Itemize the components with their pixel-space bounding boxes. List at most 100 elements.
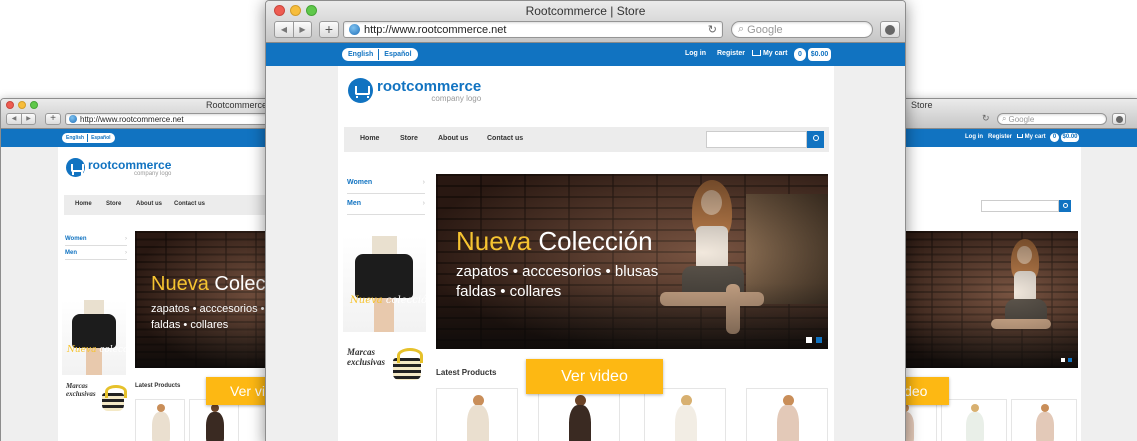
back-forward-buttons: ◀ ▶ (274, 21, 312, 38)
slider-dot[interactable] (1068, 358, 1072, 362)
slider-dot[interactable] (816, 337, 822, 343)
slider-dot[interactable] (806, 337, 812, 343)
product-card[interactable] (135, 399, 185, 441)
store-logo[interactable]: rootcommerce company logo (66, 158, 171, 177)
promo-exclusive-brands[interactable]: Marcas exclusivas (345, 340, 427, 390)
lang-english[interactable]: English (343, 49, 378, 60)
forward-button[interactable]: ▶ (21, 114, 35, 124)
back-button[interactable]: ◀ (7, 114, 21, 124)
category-sidebar: Women › Men › (65, 233, 127, 260)
slider-dot[interactable] (1061, 358, 1065, 362)
promo-text: Nueva colección (350, 295, 426, 306)
browser-window-left: Rootcommerce | Store ◀ ▶ + http://www.ro… (0, 98, 300, 441)
promo-new-collection[interactable]: Nueva colección (62, 300, 126, 375)
chevron-right-icon: › (125, 236, 127, 242)
product-card[interactable] (941, 399, 1007, 441)
menu-home[interactable]: Home (75, 201, 92, 207)
lang-espanol[interactable]: Español (378, 49, 416, 60)
blouse-shape (372, 236, 397, 254)
main-menu: Home Store About us Contact us (64, 195, 299, 215)
forward-button[interactable]: ▶ (293, 22, 311, 37)
menu-about[interactable]: About us (136, 201, 162, 207)
category-women[interactable]: Women › (65, 233, 127, 246)
lang-english[interactable]: English (63, 134, 87, 142)
menu-about[interactable]: About us (438, 135, 468, 142)
zoom-button[interactable] (30, 101, 38, 109)
menu-home[interactable]: Home (360, 135, 379, 142)
model-dress (206, 412, 224, 441)
marcas-text: Marcas exclusivas (66, 382, 96, 398)
promo-text: Nueva colección (67, 345, 126, 355)
minimize-button[interactable] (18, 101, 26, 109)
browser-toolbar: Rootcommerce | Store ◀ ▶ + http://www.ro… (1, 99, 299, 129)
product-card[interactable] (644, 388, 726, 441)
menu-store[interactable]: Store (106, 201, 121, 207)
model-dress (777, 405, 799, 441)
model-dress (1036, 412, 1054, 441)
product-card[interactable] (746, 388, 828, 441)
store-search-input[interactable] (981, 200, 1059, 212)
logo-tagline: company logo (431, 93, 482, 103)
language-switcher: English Español (62, 133, 115, 143)
model-dress (966, 412, 984, 441)
downloads-button[interactable] (880, 21, 900, 38)
marcas-text: Marcas exclusivas (347, 347, 385, 367)
lang-espanol[interactable]: Español (87, 134, 113, 142)
downloads-button[interactable] (1112, 113, 1126, 125)
slider-dots (1061, 358, 1072, 362)
model-dress (152, 412, 170, 441)
reload-icon[interactable]: ↻ (982, 113, 990, 124)
search-placeholder: Google (1008, 114, 1035, 124)
language-switcher: English Español (342, 48, 418, 61)
promo-exclusive-brands[interactable]: Marcas exclusivas (64, 379, 128, 417)
cart-link[interactable]: My cart (752, 50, 787, 57)
category-label: Men (65, 250, 77, 256)
download-icon (1115, 115, 1123, 123)
login-link[interactable]: Log in (965, 134, 983, 140)
search-placeholder: Google (747, 23, 783, 36)
close-button[interactable] (6, 101, 14, 109)
new-tab-button[interactable]: + (45, 113, 61, 125)
cart-icon (752, 50, 761, 57)
chevron-right-icon: › (125, 250, 127, 256)
back-button[interactable]: ◀ (275, 22, 293, 37)
register-link[interactable]: Register (717, 50, 745, 57)
cart-total-badge: $0.00 (808, 48, 831, 61)
category-sidebar: Women › Men › (347, 174, 425, 215)
menu-contact[interactable]: Contact us (174, 201, 205, 207)
store-search-button[interactable] (1059, 200, 1071, 212)
register-link[interactable]: Register (988, 134, 1012, 140)
chevron-right-icon: › (422, 179, 425, 186)
cart-link[interactable]: My cart (1017, 134, 1046, 140)
url-text: http://www.rootcommerce.net (364, 23, 507, 36)
product-card[interactable] (1011, 399, 1077, 441)
promo-new-collection[interactable]: Nueva colección (343, 236, 426, 332)
search-field[interactable]: ⌕ Google (731, 21, 873, 38)
category-men[interactable]: Men › (65, 246, 127, 260)
download-icon (885, 24, 895, 35)
handbag-image (102, 384, 127, 411)
store-search-button[interactable] (807, 131, 824, 148)
search-icon: ⌕ (1002, 114, 1007, 123)
menu-store[interactable]: Store (400, 135, 418, 142)
category-men[interactable]: Men › (347, 194, 425, 215)
window-controls (6, 101, 38, 109)
video-button[interactable]: Ver video (526, 359, 663, 394)
product-card[interactable] (538, 388, 620, 441)
cart-logo-icon (348, 78, 373, 103)
menu-contact[interactable]: Contact us (487, 135, 523, 142)
hero-banner[interactable]: Nueva Colección zapatos • acccesorios • … (436, 174, 828, 349)
address-bar[interactable]: http://www.rootcommerce.net ↻ (343, 21, 723, 38)
store-logo[interactable]: rootcommerce company logo (348, 78, 481, 103)
store-search-input[interactable] (706, 131, 807, 148)
cart-icon (1017, 134, 1023, 139)
new-tab-button[interactable]: + (319, 21, 339, 38)
login-link[interactable]: Log in (685, 50, 706, 57)
reload-icon[interactable]: ↻ (708, 23, 717, 36)
cart-count-badge: 0 (794, 48, 806, 61)
search-field[interactable]: ⌕ Google (997, 113, 1107, 125)
category-women[interactable]: Women › (347, 174, 425, 194)
product-card[interactable] (436, 388, 518, 441)
model-dress (569, 405, 591, 441)
product-card[interactable] (189, 399, 239, 441)
